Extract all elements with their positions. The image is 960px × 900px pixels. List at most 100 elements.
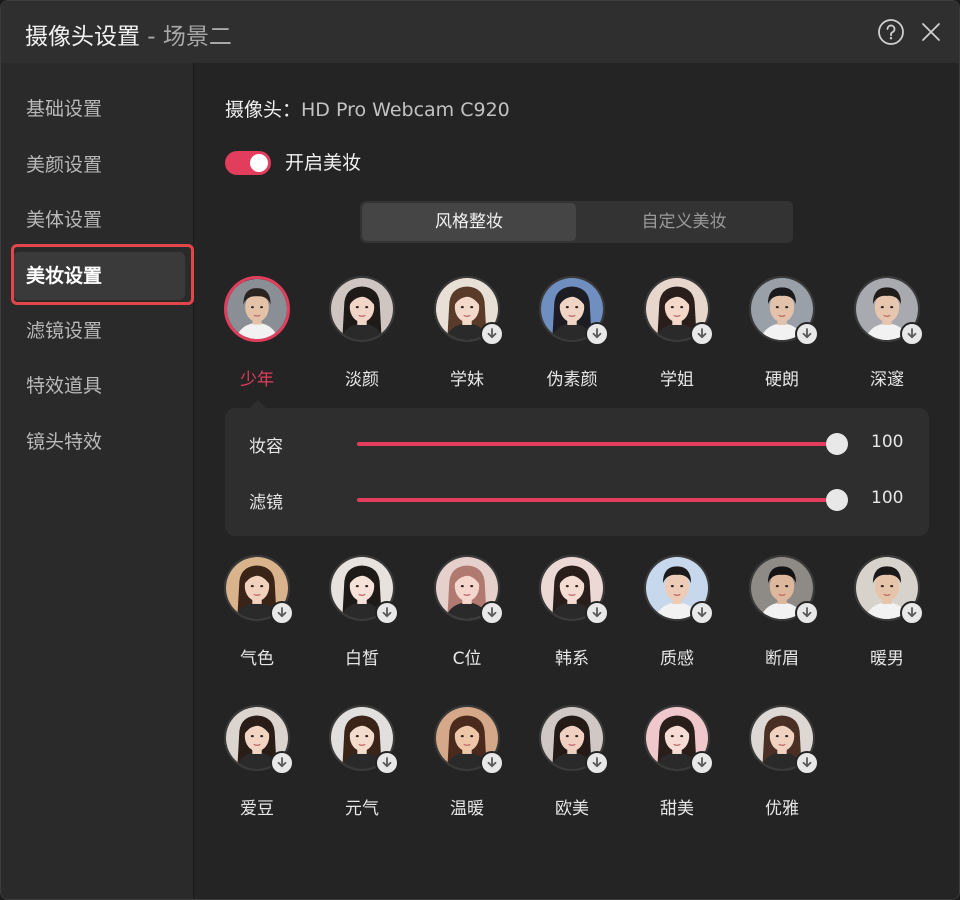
slider-value-filter: 100: [871, 488, 904, 508]
question-circle-icon: [878, 19, 904, 45]
makeup-preset[interactable]: 爱豆: [217, 705, 297, 819]
download-icon[interactable]: [585, 751, 609, 775]
preset-label: 爱豆: [240, 799, 274, 819]
makeup-preset[interactable]: 伪素颜: [532, 276, 612, 390]
makeup-tabs: 风格整妆 自定义美妆: [360, 201, 793, 243]
makeup-preset[interactable]: 白皙: [322, 555, 402, 669]
download-icon[interactable]: [270, 601, 294, 625]
preset-label: 深邃: [870, 370, 904, 390]
close-icon: [922, 23, 940, 41]
download-icon[interactable]: [585, 322, 609, 346]
camera-settings-window: 摄像头设置 - 场景二 基础设置 美颜设置 美体设置 美妆设置 滤镜设置 特效道…: [0, 0, 960, 900]
makeup-preset[interactable]: 学姐: [637, 276, 717, 390]
preset-label: 温暖: [450, 799, 484, 819]
window-title-scene: - 场景二: [140, 24, 232, 50]
makeup-preset[interactable]: 欧美: [532, 705, 612, 819]
preset-label: 学姐: [660, 370, 694, 390]
camera-row: 摄像头：HD Pro Webcam C920: [225, 95, 510, 122]
sidebar-item-lens-effects[interactable]: 镜头特效: [13, 418, 185, 466]
sidebar-item-body[interactable]: 美体设置: [13, 196, 185, 244]
sidebar-item-effects[interactable]: 特效道具: [13, 362, 185, 410]
window-title: 摄像头设置 - 场景二: [25, 17, 232, 51]
download-icon[interactable]: [795, 601, 819, 625]
slider-row-makeup: 妆容 100: [225, 429, 929, 459]
close-button[interactable]: [917, 18, 945, 46]
slider-track-filter[interactable]: [357, 489, 848, 511]
window-title-main: 摄像头设置: [25, 24, 140, 50]
preset-label: 暖男: [870, 649, 904, 669]
makeup-preset[interactable]: 淡颜: [322, 276, 402, 390]
download-icon[interactable]: [270, 751, 294, 775]
download-icon[interactable]: [900, 322, 924, 346]
preset-label: 欧美: [555, 799, 589, 819]
makeup-toggle-label: 开启美妆: [285, 152, 362, 174]
makeup-preset[interactable]: 硬朗: [742, 276, 822, 390]
preset-label: 学妹: [450, 370, 484, 390]
slider-panel: 妆容 100 滤镜 100: [225, 400, 929, 536]
title-bar: 摄像头设置 - 场景二: [1, 1, 959, 63]
panel-pointer: [249, 400, 267, 409]
makeup-preset[interactable]: 深邃: [847, 276, 927, 390]
sidebar-item-basic[interactable]: 基础设置: [13, 85, 185, 133]
camera-label: 摄像头：: [225, 99, 302, 121]
download-icon[interactable]: [690, 751, 714, 775]
download-icon[interactable]: [795, 751, 819, 775]
download-icon[interactable]: [480, 751, 504, 775]
download-icon[interactable]: [375, 601, 399, 625]
slider-fill-filter: [357, 498, 837, 502]
preset-label: 质感: [660, 649, 694, 669]
preset-thumbnail: [329, 276, 395, 342]
preset-thumbnail: [224, 276, 290, 342]
download-icon[interactable]: [795, 322, 819, 346]
download-icon[interactable]: [375, 751, 399, 775]
makeup-preset[interactable]: 温暖: [427, 705, 507, 819]
slider-fill-makeup: [357, 442, 837, 446]
slider-thumb-makeup[interactable]: [826, 433, 848, 455]
makeup-preset[interactable]: 学妹: [427, 276, 507, 390]
slider-label-makeup: 妆容: [249, 437, 283, 457]
preset-label: 少年: [240, 370, 274, 390]
makeup-preset[interactable]: 质感: [637, 555, 717, 669]
download-icon[interactable]: [690, 601, 714, 625]
help-button[interactable]: [877, 18, 905, 46]
preset-label: 断眉: [765, 649, 799, 669]
makeup-preset[interactable]: 元气: [322, 705, 402, 819]
makeup-toggle[interactable]: [225, 151, 271, 175]
sidebar-item-filter[interactable]: 滤镜设置: [13, 307, 185, 355]
preset-label: 气色: [240, 649, 274, 669]
makeup-preset[interactable]: 气色: [217, 555, 297, 669]
slider-label-filter: 滤镜: [249, 493, 283, 513]
makeup-preset[interactable]: 断眉: [742, 555, 822, 669]
preset-label: 优雅: [765, 799, 799, 819]
makeup-preset[interactable]: 韩系: [532, 555, 612, 669]
preset-label: 硬朗: [765, 370, 799, 390]
slider-track-makeup[interactable]: [357, 433, 848, 455]
toggle-knob: [250, 154, 268, 172]
main-panel: 摄像头：HD Pro Webcam C920 开启美妆 风格整妆 自定义美妆 少…: [195, 63, 959, 899]
preset-label: C位: [452, 649, 482, 669]
makeup-preset[interactable]: 暖男: [847, 555, 927, 669]
makeup-preset[interactable]: 甜美: [637, 705, 717, 819]
slider-row-filter: 滤镜 100: [225, 485, 929, 515]
tab-custom-makeup[interactable]: 自定义美妆: [577, 203, 791, 241]
sidebar: 基础设置 美颜设置 美体设置 美妆设置 滤镜设置 特效道具 镜头特效: [1, 63, 194, 899]
download-icon[interactable]: [480, 322, 504, 346]
preset-label: 韩系: [555, 649, 589, 669]
preset-label: 元气: [345, 799, 379, 819]
preset-label: 伪素颜: [546, 370, 598, 390]
download-icon[interactable]: [900, 601, 924, 625]
download-icon[interactable]: [690, 322, 714, 346]
makeup-preset[interactable]: C位: [427, 555, 507, 669]
tab-style-makeup[interactable]: 风格整妆: [362, 203, 576, 241]
download-icon[interactable]: [585, 601, 609, 625]
makeup-preset[interactable]: 优雅: [742, 705, 822, 819]
download-icon[interactable]: [480, 601, 504, 625]
preset-label: 甜美: [660, 799, 694, 819]
preset-label: 淡颜: [345, 370, 379, 390]
sidebar-item-beauty[interactable]: 美颜设置: [13, 141, 185, 189]
preset-label: 白皙: [345, 649, 379, 669]
slider-value-makeup: 100: [871, 432, 904, 452]
slider-thumb-filter[interactable]: [826, 489, 848, 511]
makeup-preset[interactable]: 少年: [217, 276, 297, 390]
sidebar-item-makeup[interactable]: 美妆设置: [13, 252, 185, 300]
